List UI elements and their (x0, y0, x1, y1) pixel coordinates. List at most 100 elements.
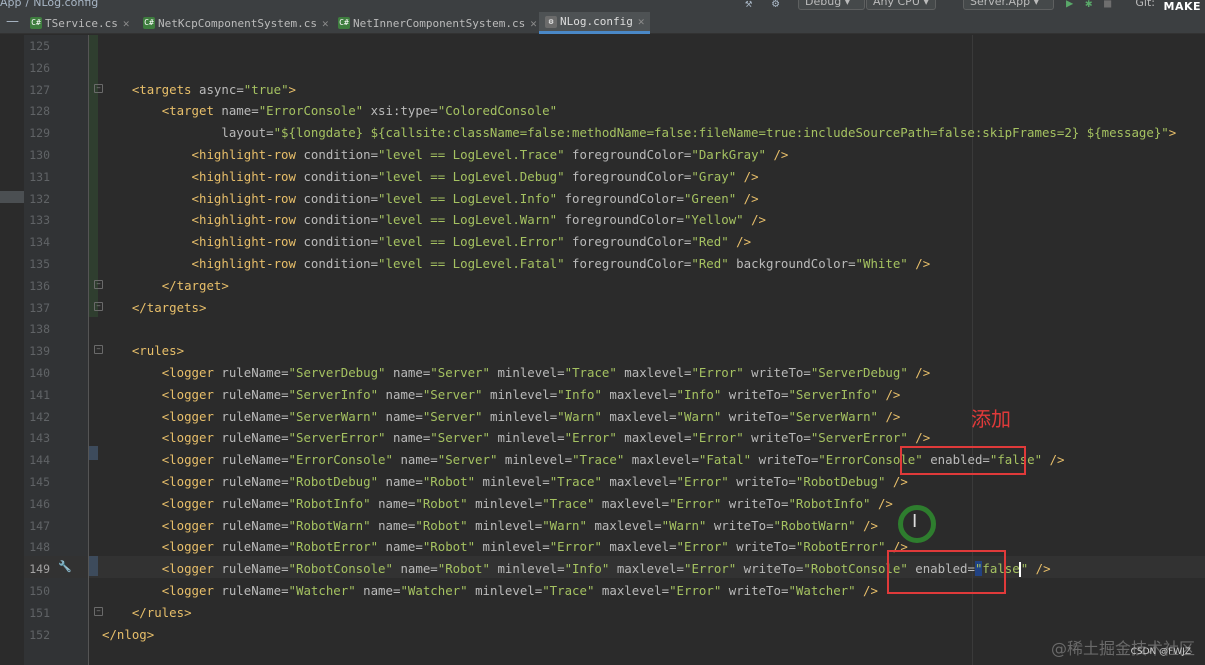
code-line[interactable]: 126 (24, 57, 1205, 79)
line-number[interactable]: 139 (24, 344, 50, 358)
line-number[interactable]: 132 (24, 192, 50, 206)
code-text[interactable]: <highlight-row condition="level == LogLe… (102, 188, 759, 210)
line-number[interactable]: 133 (24, 213, 50, 227)
code-line[interactable]: 148 <logger ruleName="RobotError" name="… (24, 536, 1205, 558)
code-text[interactable]: <logger ruleName="Watcher" name="Watcher… (102, 580, 878, 602)
tab-nlog-config[interactable]: ⚙ NLog.config ✕ (539, 12, 651, 34)
tool-window-marker[interactable] (0, 191, 24, 203)
line-number[interactable]: 126 (24, 61, 50, 75)
code-text[interactable]: <logger ruleName="ServerError" name="Ser… (102, 427, 931, 449)
code-line[interactable]: 132 <highlight-row condition="level == L… (24, 188, 1205, 210)
line-number[interactable]: 142 (24, 410, 50, 424)
code-line[interactable]: 130 <highlight-row condition="level == L… (24, 144, 1205, 166)
code-line[interactable]: 144 <logger ruleName="ErrorConsole" name… (24, 449, 1205, 471)
code-line[interactable]: 136− </target> (24, 275, 1205, 297)
build-config-select[interactable]: Debug ▾ (798, 0, 865, 10)
code-line[interactable]: 139− <rules> (24, 340, 1205, 362)
line-number[interactable]: 145 (24, 475, 50, 489)
code-line[interactable]: 142 <logger ruleName="ServerWarn" name="… (24, 406, 1205, 428)
code-text[interactable]: <logger ruleName="ServerWarn" name="Serv… (102, 406, 901, 428)
code-line[interactable]: 138 (24, 318, 1205, 340)
collapse-icon[interactable]: — (6, 14, 19, 29)
code-line[interactable]: 131 <highlight-row condition="level == L… (24, 166, 1205, 188)
settings-icon[interactable]: ⚙ (772, 0, 779, 10)
code-line[interactable]: 125 (24, 35, 1205, 57)
line-number[interactable]: 136 (24, 279, 50, 293)
code-line[interactable]: 140 <logger ruleName="ServerDebug" name=… (24, 362, 1205, 384)
stop-icon[interactable]: ■ (1104, 0, 1111, 10)
line-number[interactable]: 129 (24, 126, 50, 140)
code-line[interactable]: 145 <logger ruleName="RobotDebug" name="… (24, 471, 1205, 493)
code-text[interactable]: <logger ruleName="ServerDebug" name="Ser… (102, 362, 931, 384)
code-text[interactable]: <logger ruleName="ServerInfo" name="Serv… (102, 384, 901, 406)
line-number[interactable]: 151 (24, 606, 50, 620)
code-line[interactable]: 143 <logger ruleName="ServerError" name=… (24, 427, 1205, 449)
line-number[interactable]: 152 (24, 628, 50, 642)
code-line[interactable]: 147 <logger ruleName="RobotWarn" name="R… (24, 515, 1205, 537)
breadcrumb-project[interactable]: App (0, 0, 22, 9)
debug-icon[interactable]: ✱ (1085, 0, 1092, 10)
line-number[interactable]: 135 (24, 257, 50, 271)
code-line[interactable]: 150 <logger ruleName="Watcher" name="Wat… (24, 580, 1205, 602)
close-icon[interactable]: ✕ (123, 17, 130, 30)
line-number[interactable]: 144 (24, 453, 50, 467)
line-number[interactable]: 150 (24, 584, 50, 598)
close-icon[interactable]: ✕ (638, 15, 645, 28)
code-text[interactable]: layout="${longdate} ${callsite:className… (102, 122, 1176, 144)
code-line[interactable]: 137− </targets> (24, 297, 1205, 319)
line-number[interactable]: 140 (24, 366, 50, 380)
close-icon[interactable]: ✕ (322, 17, 329, 30)
code-text[interactable]: <rules> (102, 340, 184, 362)
code-text[interactable]: <highlight-row condition="level == LogLe… (102, 144, 789, 166)
breadcrumb-file[interactable]: NLog.config (33, 0, 98, 9)
code-line[interactable]: 135 <highlight-row condition="level == L… (24, 253, 1205, 275)
code-line[interactable]: 127− <targets async="true"> (24, 79, 1205, 101)
close-icon[interactable]: ✕ (530, 17, 537, 30)
git-label[interactable]: Git: (1135, 0, 1155, 9)
code-text[interactable]: <logger ruleName="RobotError" name="Robo… (102, 536, 908, 558)
code-line[interactable]: 128 <target name="ErrorConsole" xsi:type… (24, 100, 1205, 122)
line-number[interactable]: 130 (24, 148, 50, 162)
code-text[interactable]: <highlight-row condition="level == LogLe… (102, 166, 759, 188)
code-text[interactable]: <logger ruleName="RobotInfo" name="Robot… (102, 493, 893, 515)
quick-fix-wrench-icon[interactable]: 🔧 (58, 560, 72, 573)
run-icon[interactable]: ▶ (1066, 0, 1073, 10)
code-text[interactable]: <logger ruleName="RobotDebug" name="Robo… (102, 471, 908, 493)
line-number[interactable]: 146 (24, 497, 50, 511)
line-number[interactable]: 143 (24, 431, 50, 445)
hammer-icon[interactable]: ⚒ (745, 0, 752, 10)
code-text[interactable]: <target name="ErrorConsole" xsi:type="Co… (102, 100, 557, 122)
code-text[interactable]: </targets> (102, 297, 207, 319)
code-text[interactable]: <highlight-row condition="level == LogLe… (102, 253, 931, 275)
code-text[interactable]: <highlight-row condition="level == LogLe… (102, 231, 752, 253)
line-number[interactable]: 127 (24, 83, 50, 97)
code-line[interactable]: 146 <logger ruleName="RobotInfo" name="R… (24, 493, 1205, 515)
tab-tservice[interactable]: C# TService.cs ✕ (24, 12, 135, 34)
line-number[interactable]: 147 (24, 519, 50, 533)
line-number[interactable]: 137 (24, 301, 50, 315)
code-text[interactable]: <logger ruleName="RobotWarn" name="Robot… (102, 515, 878, 537)
line-number[interactable]: 138 (24, 322, 50, 336)
code-line[interactable]: 151− </rules> (24, 602, 1205, 624)
run-config-select[interactable]: Server.App ▾ (963, 0, 1054, 10)
code-text[interactable]: <highlight-row condition="level == LogLe… (102, 209, 766, 231)
code-text[interactable]: </rules> (102, 602, 192, 624)
platform-select[interactable]: Any CPU ▾ (866, 0, 936, 10)
tab-netkcpcomponentsystem[interactable]: C# NetKcpComponentSystem.cs ✕ (137, 12, 335, 34)
code-line[interactable]: 141 <logger ruleName="ServerInfo" name="… (24, 384, 1205, 406)
line-number[interactable]: 149 (24, 562, 50, 576)
code-line[interactable]: 149 🔧 <logger ruleName="RobotConsole" nam… (24, 558, 1205, 580)
line-number[interactable]: 148 (24, 540, 50, 554)
code-line[interactable]: 134 <highlight-row condition="level == L… (24, 231, 1205, 253)
line-number[interactable]: 131 (24, 170, 50, 184)
code-text[interactable]: </target> (102, 275, 229, 297)
line-number[interactable]: 141 (24, 388, 50, 402)
line-number[interactable]: 125 (24, 39, 50, 53)
line-number[interactable]: 134 (24, 235, 50, 249)
code-line[interactable]: 133 <highlight-row condition="level == L… (24, 209, 1205, 231)
line-number[interactable]: 128 (24, 104, 50, 118)
code-text[interactable]: <targets async="true"> (102, 79, 296, 101)
code-line[interactable]: 129 layout="${longdate} ${callsite:class… (24, 122, 1205, 144)
tab-netinnercomponentsystem[interactable]: C# NetInnerComponentSystem.cs ✕ (332, 12, 543, 34)
code-line[interactable]: 152 </nlog> (24, 624, 1205, 646)
